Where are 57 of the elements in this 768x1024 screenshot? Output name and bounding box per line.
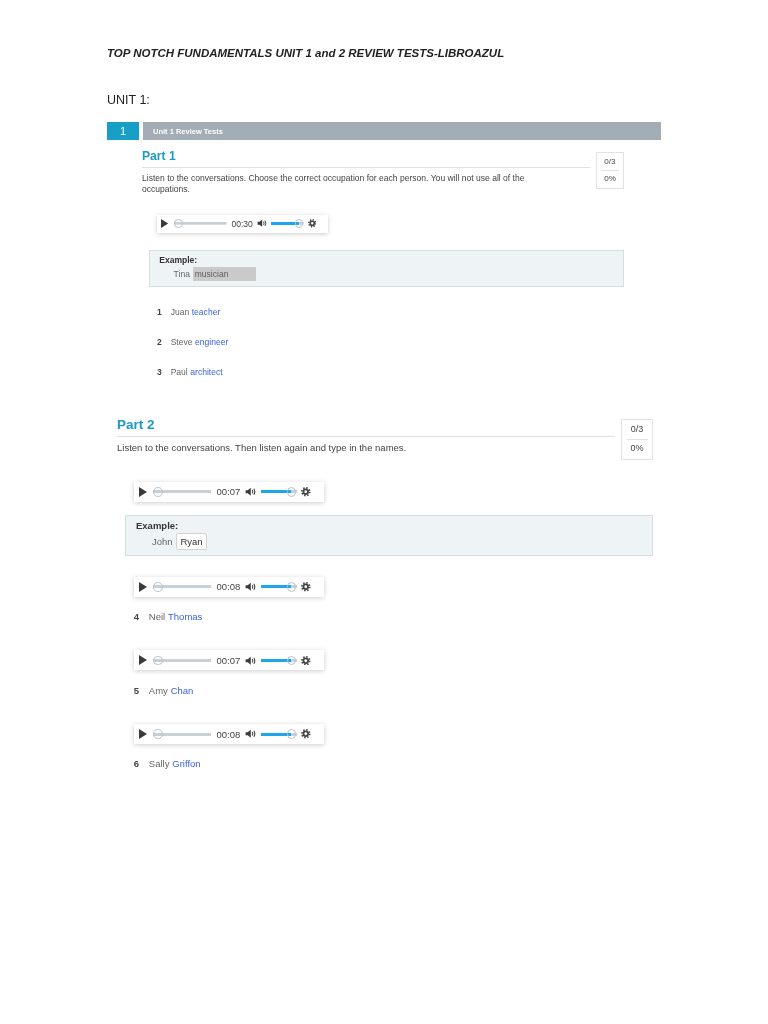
speaker-icon[interactable] bbox=[244, 729, 257, 739]
document-title: TOP NOTCH FUNDAMENTALS UNIT 1 and 2 REVIEW TESTS-LIBROAZUL bbox=[107, 46, 505, 61]
answer-field[interactable]: Ryan bbox=[175, 532, 208, 551]
item-number: 6 bbox=[133, 758, 140, 771]
time-display: 00:07 bbox=[216, 486, 241, 498]
instructions-text: Listen to the conversations. Choose the correct occupation for each person. You will not use all of the occupations. bbox=[142, 172, 526, 195]
item-number: 3 bbox=[156, 366, 163, 378]
volume-slider[interactable] bbox=[271, 219, 304, 228]
settings-icon[interactable] bbox=[301, 729, 311, 739]
time-display: 00:08 bbox=[216, 581, 241, 593]
play-icon[interactable] bbox=[138, 581, 147, 592]
percent-text: 0% bbox=[630, 441, 644, 455]
answer-field[interactable]: musician bbox=[192, 267, 256, 282]
answer-text: teacher bbox=[191, 306, 221, 318]
settings-icon[interactable] bbox=[301, 487, 311, 497]
answer-text: architect bbox=[190, 366, 223, 378]
item-number: 5 bbox=[133, 684, 140, 697]
example-label: Example: bbox=[159, 255, 198, 266]
person-name: Neil bbox=[148, 611, 166, 624]
item-number: 2 bbox=[156, 336, 163, 348]
time-display: 00:07 bbox=[216, 654, 241, 666]
play-icon[interactable] bbox=[138, 729, 147, 739]
answer-text: Thomas bbox=[168, 611, 203, 624]
person-name: Paul bbox=[170, 366, 188, 378]
play-icon[interactable] bbox=[161, 219, 169, 229]
unit-number-tile: 1 bbox=[107, 122, 139, 140]
person-name: Sally bbox=[148, 758, 170, 771]
person-name: Steve bbox=[170, 336, 193, 348]
part-title: Part 1 bbox=[142, 149, 176, 163]
instructions-text: Listen to the conversations. Then listen again and type in the names. bbox=[117, 442, 408, 455]
person-name: John bbox=[152, 536, 173, 548]
person-name: Tina bbox=[173, 269, 190, 280]
seek-slider[interactable] bbox=[174, 219, 227, 228]
play-icon[interactable] bbox=[138, 655, 147, 666]
score-text: 0/3 bbox=[604, 155, 616, 168]
settings-icon[interactable] bbox=[301, 655, 311, 666]
time-display: 00:30 bbox=[231, 218, 253, 229]
answer-text: Griffon bbox=[172, 758, 201, 771]
example-label: Example: bbox=[136, 519, 179, 531]
answer-text: Chan bbox=[170, 684, 194, 697]
settings-icon[interactable] bbox=[307, 219, 317, 228]
person-name: Juan bbox=[170, 306, 190, 318]
answer-text: engineer bbox=[195, 336, 229, 348]
item-number: 1 bbox=[156, 306, 163, 318]
person-name: Amy bbox=[148, 684, 168, 697]
speaker-icon[interactable] bbox=[244, 582, 257, 592]
time-display: 00:08 bbox=[216, 728, 241, 740]
unit-heading: UNIT 1: bbox=[107, 92, 150, 108]
part-title: Part 2 bbox=[117, 416, 155, 432]
play-icon[interactable] bbox=[138, 486, 147, 497]
speaker-icon[interactable] bbox=[244, 655, 257, 666]
percent-text: 0% bbox=[604, 172, 616, 185]
speaker-icon[interactable] bbox=[244, 487, 257, 497]
speaker-icon[interactable] bbox=[256, 219, 268, 228]
score-text: 0/3 bbox=[630, 423, 644, 437]
item-number: 4 bbox=[133, 611, 140, 624]
settings-icon[interactable] bbox=[301, 582, 311, 592]
